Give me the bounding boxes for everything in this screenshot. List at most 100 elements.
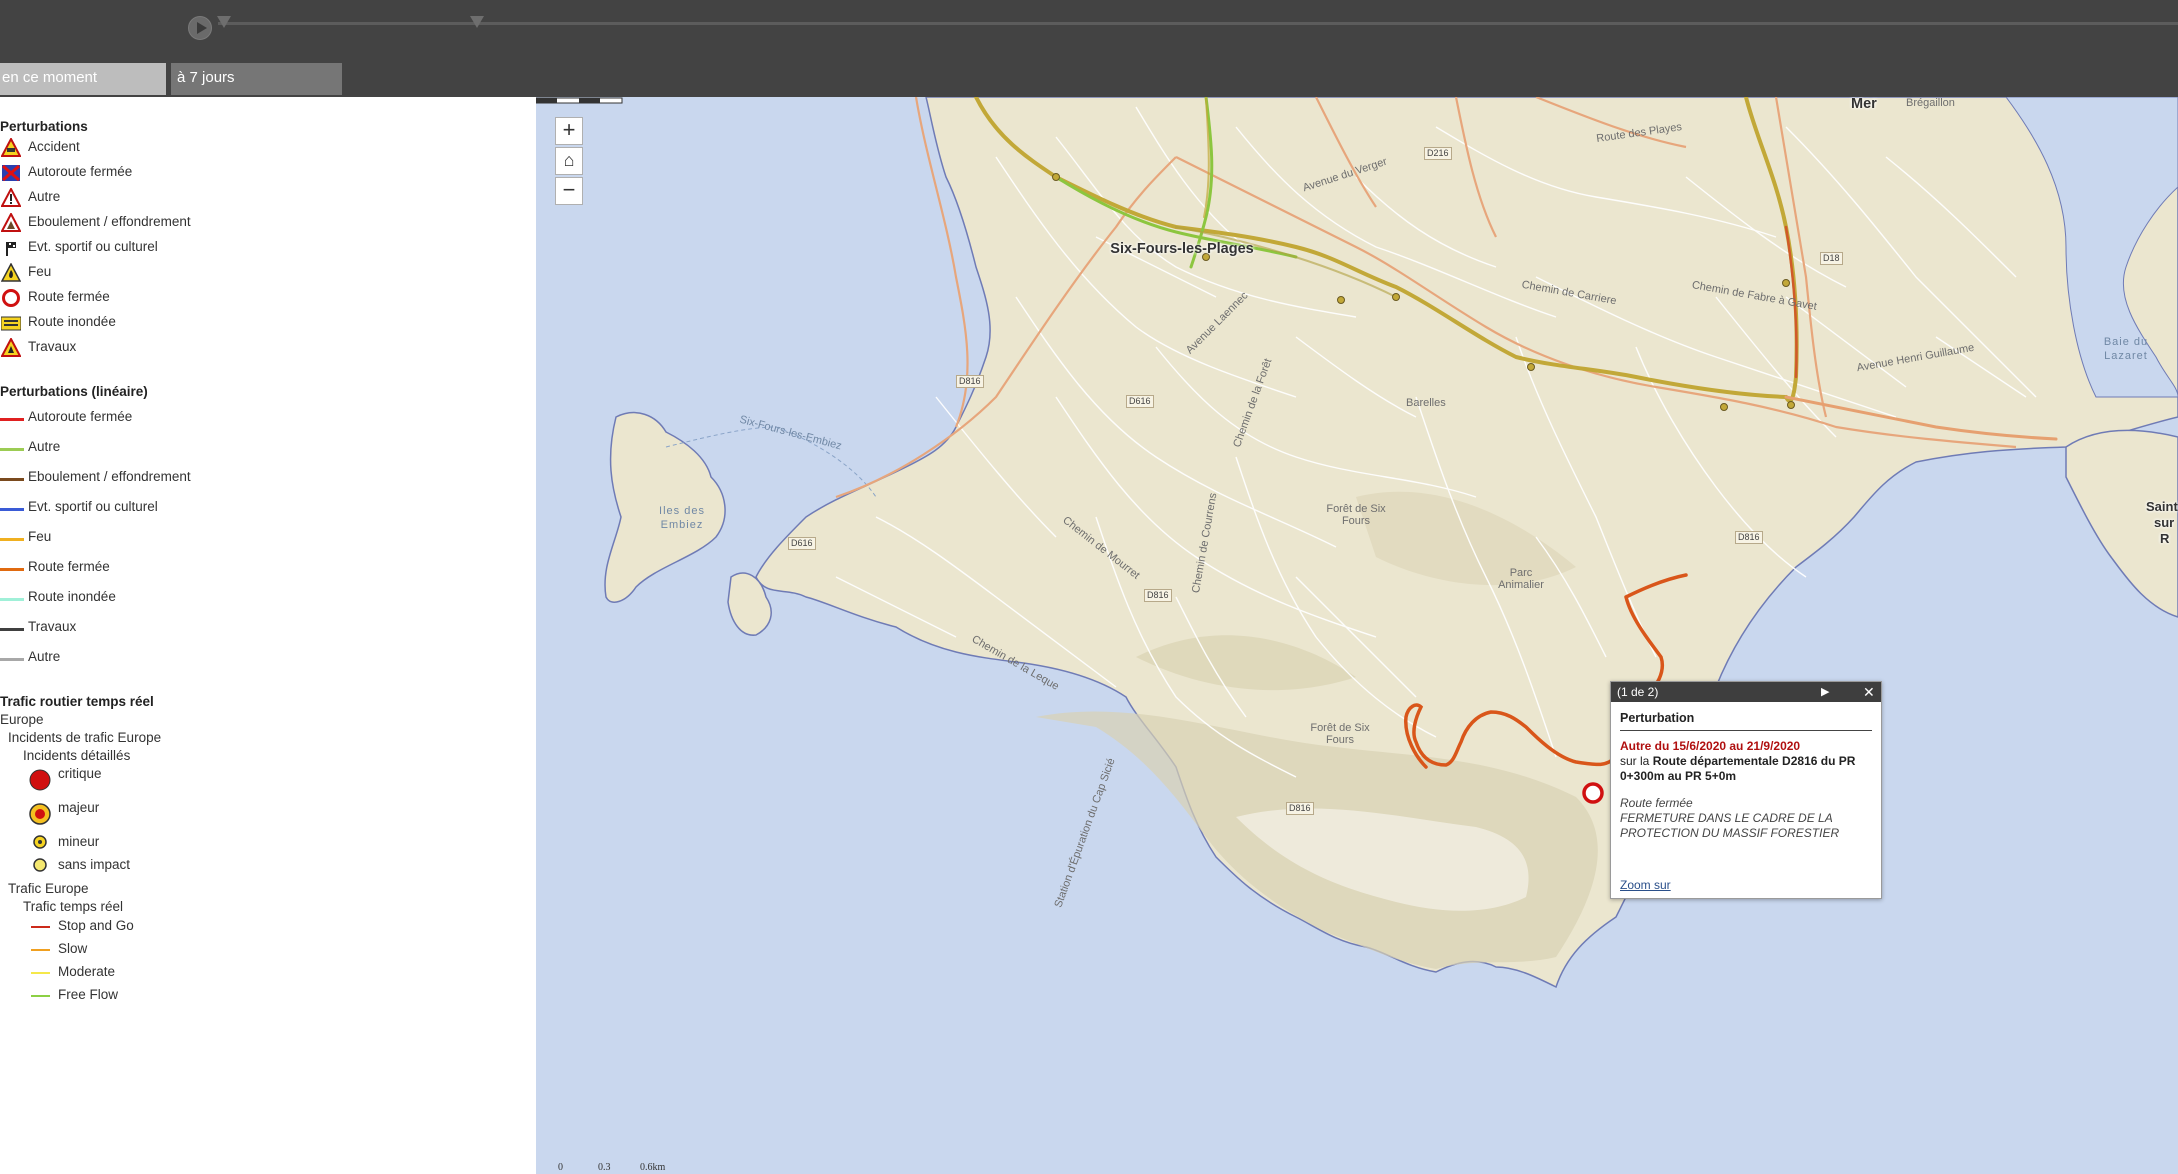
legend-line-item: Autoroute fermée	[28, 409, 133, 424]
legend-line-swatch	[0, 418, 24, 421]
legend-line-swatch	[0, 598, 24, 601]
popup-detail: FERMETURE DANS LE CADRE DE LA PROTECTION…	[1620, 811, 1840, 840]
popup-dates: Autre du 15/6/2020 au 21/9/2020	[1620, 739, 1801, 753]
legend-heading-lineaire: Perturbations (linéaire)	[0, 384, 148, 399]
landslide-icon	[1, 213, 21, 232]
legend-line-item: Evt. sportif ou culturel	[28, 499, 158, 514]
legend-europe: Europe	[0, 712, 44, 727]
popup-description: sur la Route départementale D2816 du PR …	[1620, 754, 1872, 784]
critical-incident-icon	[29, 769, 51, 791]
legend-level-mineur: mineur	[58, 834, 100, 849]
legend-incidents-detailles: Incidents détaillés	[23, 748, 131, 763]
legend-item-eboulement: Eboulement / effondrement	[28, 214, 191, 229]
traffic-flow-swatch	[31, 972, 50, 974]
flooded-road-icon	[1, 316, 21, 331]
scale-label-end: 0.6km	[640, 1162, 666, 1173]
legend-heading-trafic: Trafic routier temps réel	[0, 694, 154, 709]
traffic-flow-item: Stop and Go	[58, 918, 134, 933]
traffic-flow-swatch	[31, 995, 50, 997]
label-bregaillon: Brégaillon	[1906, 97, 1955, 109]
zoom-out-button[interactable]: −	[555, 177, 583, 205]
perturbation-popup: (1 de 2) ▶ ✕ Perturbation Autre du 15/6/…	[1610, 681, 1882, 899]
timeline-start-handle[interactable]	[217, 16, 231, 28]
next-arrow-icon[interactable]: ▶	[1821, 682, 1829, 702]
closed-motorway-icon	[2, 164, 20, 182]
popup-desc-prefix: sur la	[1620, 754, 1653, 768]
legend-line-swatch	[0, 628, 24, 631]
legend-level-sans-impact: sans impact	[58, 857, 131, 872]
label-parc-animalier: Parc Animalier	[1498, 567, 1544, 591]
tab-now[interactable]: en ce moment	[0, 63, 166, 95]
traffic-flow-item: Slow	[58, 941, 88, 956]
legend-item-route-fermee: Route fermée	[28, 289, 110, 304]
legend-line-swatch	[0, 448, 24, 451]
legend-line-item: Eboulement / effondrement	[28, 469, 191, 484]
popup-title: Perturbation	[1620, 711, 1695, 725]
legend-line-swatch	[0, 508, 24, 511]
minor-incident-icon	[33, 835, 47, 849]
close-icon[interactable]: ✕	[1863, 682, 1875, 702]
legend-item-travaux: Travaux	[28, 339, 77, 354]
legend-line-item: Autre	[28, 649, 61, 664]
traffic-flow-swatch	[31, 949, 50, 951]
legend-item-autoroute-fermee: Autoroute fermée	[28, 164, 133, 179]
warning-other-icon	[1, 188, 21, 207]
legend-line-item: Autre	[28, 439, 61, 454]
traffic-flow-item: Moderate	[58, 964, 116, 979]
legend-line-swatch	[0, 538, 24, 541]
legend-level-critique: critique	[58, 766, 102, 781]
legend-incidents-europe: Incidents de trafic Europe	[8, 730, 162, 745]
fire-icon	[1, 263, 21, 282]
home-button[interactable]: ⌂	[555, 147, 583, 175]
legend-line-swatch	[0, 478, 24, 481]
map-view[interactable]: Six-Fours-les-Plages Mer Saint sur R Ile…	[536, 97, 2178, 1174]
label-baie-lazaret: Baie du Lazaret	[2103, 336, 2149, 362]
road-shield: D616	[1126, 395, 1154, 408]
legend-item-accident: Accident	[28, 139, 80, 154]
legend-line-item: Feu	[28, 529, 52, 544]
legend-heading-perturbations: Perturbations	[0, 119, 88, 134]
road-shield: D816	[1735, 531, 1763, 544]
road-shield: D816	[1144, 589, 1172, 602]
legend-level-majeur: majeur	[58, 800, 100, 815]
tab-7-days[interactable]: à 7 jours	[171, 63, 342, 95]
label-barelles: Barelles	[1406, 397, 1446, 409]
map-canvas[interactable]	[536, 97, 2178, 1174]
scale-bar	[536, 97, 623, 104]
legend-item-autre: Autre	[28, 189, 61, 204]
no-impact-incident-icon	[33, 858, 47, 872]
timeline-slider[interactable]	[218, 22, 2178, 25]
label-foret-six-fours: Forêt de Six Fours	[1326, 503, 1386, 527]
road-shield: D18	[1820, 252, 1843, 265]
traffic-flow-item: Free Flow	[58, 987, 119, 1002]
accident-icon	[1, 138, 21, 157]
popup-header: (1 de 2) ▶ ✕	[1611, 682, 1881, 702]
label-iles-embiez: Iles des Embiez	[659, 505, 705, 531]
legend-panel: Perturbations Accident Autoroute fermée …	[0, 97, 537, 1174]
road-shield: D816	[1286, 802, 1314, 815]
legend-trafic-europe: Trafic Europe	[8, 881, 89, 896]
place-sur: sur	[2154, 515, 2175, 530]
scale-label-mid: 0.3	[598, 1162, 611, 1173]
legend-item-route-inondee: Route inondée	[28, 314, 116, 329]
sport-event-icon	[6, 242, 16, 256]
play-button[interactable]	[188, 16, 212, 40]
roadworks-icon	[1, 338, 21, 357]
road-shield: D816	[956, 375, 984, 388]
scale-label-0: 0	[558, 1162, 563, 1173]
zoom-in-button[interactable]: +	[555, 117, 583, 145]
timeline-current-handle[interactable]	[470, 16, 484, 28]
legend-item-evt-sportif: Evt. sportif ou culturel	[28, 239, 158, 254]
legend-line-item: Travaux	[28, 619, 77, 634]
legend-line-item: Route inondée	[28, 589, 116, 604]
top-bar: en ce moment à 7 jours	[0, 0, 2178, 97]
major-incident-icon	[29, 803, 51, 825]
place-r: R	[2160, 531, 2170, 546]
place-mer: Mer	[1851, 97, 1877, 112]
legend-line-swatch	[0, 658, 24, 661]
traffic-flow-swatch	[31, 926, 50, 928]
legend-item-feu: Feu	[28, 264, 52, 279]
zoom-to-link[interactable]: Zoom sur	[1620, 878, 1671, 892]
place-saint: Saint	[2146, 499, 2178, 514]
place-six-fours: Six-Fours-les-Plages	[1110, 241, 1254, 257]
